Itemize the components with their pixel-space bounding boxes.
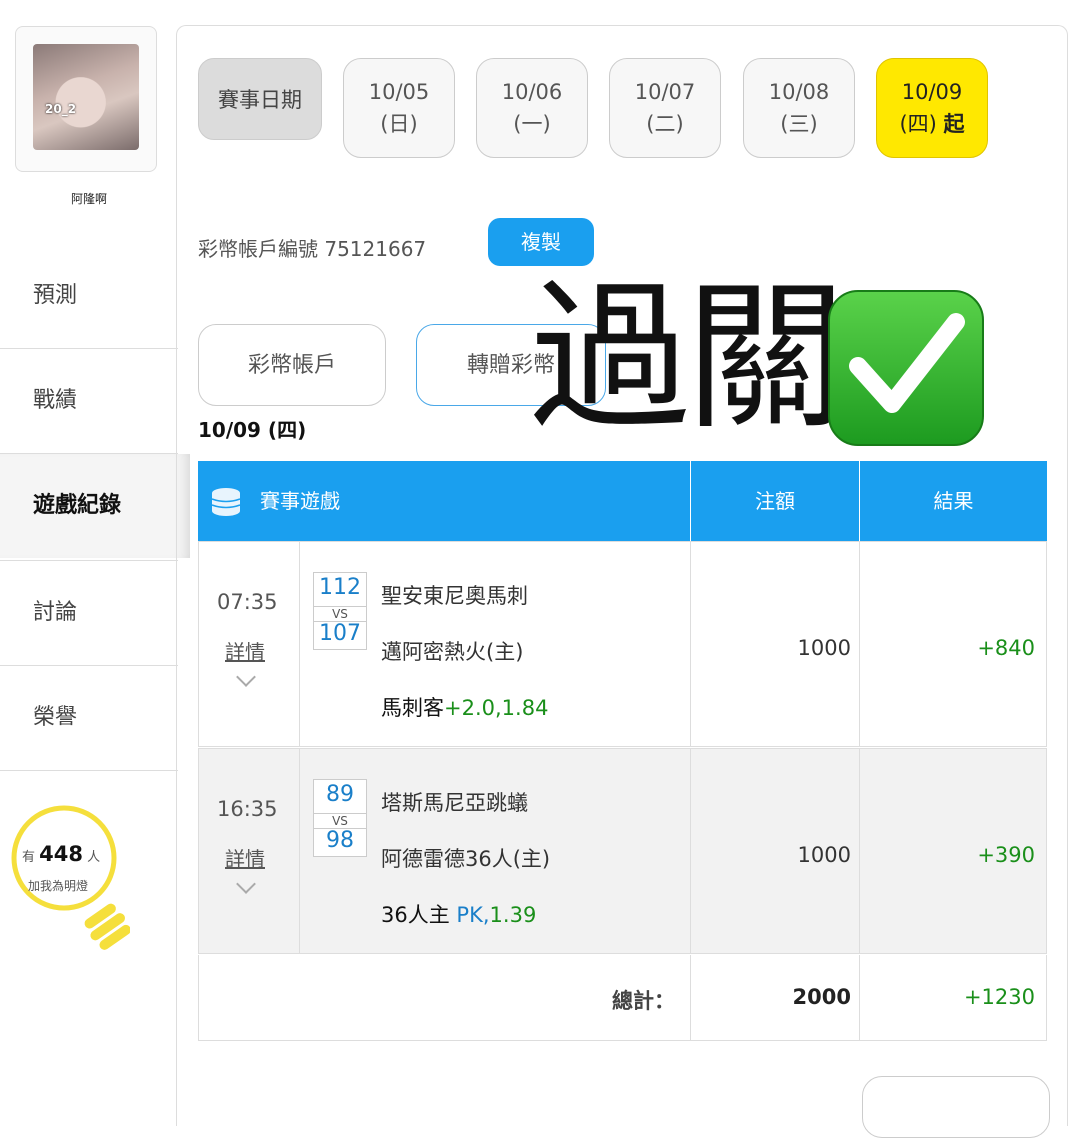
fans-count-line: 有 448 人 (22, 842, 100, 866)
divider (299, 749, 300, 953)
avatar-image: 20_2 (33, 44, 139, 150)
total-result: +1230 (963, 985, 1035, 1009)
pick: 36人主 PK,1.39 (381, 899, 536, 929)
bet-result: +840 (977, 636, 1035, 660)
account-number: 彩幣帳戶編號 75121667 (198, 237, 427, 261)
sidebar-item-honor[interactable]: 榮譽 (0, 666, 178, 770)
divider (859, 542, 860, 746)
vs-label: VS (314, 606, 366, 622)
table-row: 16:35 詳情 89 VS 98 塔斯馬尼亞跳蟻 阿德雷德36人(主) 36人… (198, 748, 1047, 954)
header-game: 賽事遊戲 (260, 489, 340, 513)
chevron-down-icon[interactable] (236, 667, 256, 687)
game-time: 16:35 (217, 797, 278, 821)
tab-coin-account[interactable]: 彩幣帳戶 (198, 324, 386, 406)
pick-team: 馬刺客 (381, 696, 444, 720)
date-text: 10/09 (901, 80, 963, 104)
bet-amount: 1000 (797, 636, 851, 660)
home-team: 邁阿密熱火(主) (381, 640, 524, 664)
bottom-button[interactable] (862, 1076, 1050, 1138)
day-text: (日) (380, 112, 418, 136)
day-text: (三) (780, 112, 818, 136)
current-date-heading: 10/09 (四) (198, 418, 307, 442)
score-box: 112 VS 107 (313, 572, 367, 650)
fans-suffix: 人 (87, 850, 101, 865)
bet-amount: 1000 (797, 843, 851, 867)
username: 阿隆啊 (70, 192, 107, 206)
chevron-down-icon[interactable] (236, 874, 256, 894)
header-result: 結果 (933, 489, 974, 513)
total-amount: 2000 (792, 985, 851, 1009)
fans-prefix: 有 (22, 850, 36, 865)
date-button-1007[interactable]: 10/07 (二) (609, 58, 721, 158)
date-text: 10/06 (501, 80, 563, 104)
sidebar-item-record[interactable]: 戰績 (0, 349, 178, 453)
away-team: 塔斯馬尼亞跳蟻 (381, 791, 528, 815)
check-mark-icon (828, 290, 984, 446)
score-box: 89 VS 98 (313, 779, 367, 857)
table-total-row: 總計： 2000 +1230 (198, 955, 1047, 1041)
fans-count: 448 (39, 842, 83, 866)
away-team: 聖安東尼奧馬刺 (381, 584, 528, 608)
pick-team: 36人主 (381, 903, 450, 927)
coins-icon (211, 488, 241, 516)
day-text: (四) (899, 112, 937, 136)
overlay-pass-text: 過關 (530, 264, 846, 451)
home-score: 98 (326, 828, 354, 853)
divider (859, 749, 860, 953)
date-text: 10/08 (768, 80, 830, 104)
pick-odds: +2.0,1.84 (444, 696, 549, 720)
date-button-1008[interactable]: 10/08 (三) (743, 58, 855, 158)
date-text: 10/07 (634, 80, 696, 104)
header-amount: 注額 (755, 489, 795, 513)
table-row: 07:35 詳情 112 VS 107 聖安東尼奧馬刺 邁阿密熱火(主) 馬刺客… (198, 541, 1047, 747)
pick-line: PK, (456, 903, 490, 927)
avatar[interactable]: 20_2 (15, 26, 157, 172)
fans-label: 加我為明燈 (28, 879, 89, 893)
pick-odds: 1.39 (489, 903, 537, 927)
detail-link[interactable]: 詳情 (225, 636, 265, 665)
pick: 馬刺客+2.0,1.84 (381, 692, 548, 722)
bet-result: +390 (977, 843, 1035, 867)
sidebar-item-predict[interactable]: 預測 (0, 244, 178, 348)
day-text: (一) (513, 112, 551, 136)
away-score: 89 (326, 782, 354, 807)
date-button-1009-active[interactable]: 10/09 (四) 起 (876, 58, 988, 158)
table-header: 賽事遊戲 注額 結果 (198, 461, 1047, 541)
game-time: 07:35 (217, 590, 278, 614)
sidebar-item-discussion[interactable]: 討論 (0, 561, 178, 665)
date-button-1006[interactable]: 10/06 (一) (476, 58, 588, 158)
home-team: 阿德雷德36人(主) (381, 847, 551, 871)
date-filter-label: 賽事日期 (198, 58, 322, 140)
detail-link[interactable]: 詳情 (225, 843, 265, 872)
sidebar-item-game-history[interactable]: 遊戲紀錄 (0, 454, 190, 558)
date-suffix: 起 (943, 112, 965, 136)
date-text: 10/05 (368, 80, 430, 104)
divider (859, 955, 860, 1040)
away-score: 112 (319, 575, 361, 600)
divider (0, 770, 178, 771)
divider (299, 542, 300, 746)
avatar-watermark: 20_2 (45, 102, 77, 116)
date-button-1005[interactable]: 10/05 (日) (343, 58, 455, 158)
home-score: 107 (319, 621, 361, 646)
copy-button[interactable]: 複製 (488, 218, 594, 266)
total-label: 總計： (612, 989, 675, 1013)
vs-label: VS (314, 813, 366, 829)
lightbulb-icon[interactable] (10, 780, 130, 960)
day-text: (二) (646, 112, 684, 136)
